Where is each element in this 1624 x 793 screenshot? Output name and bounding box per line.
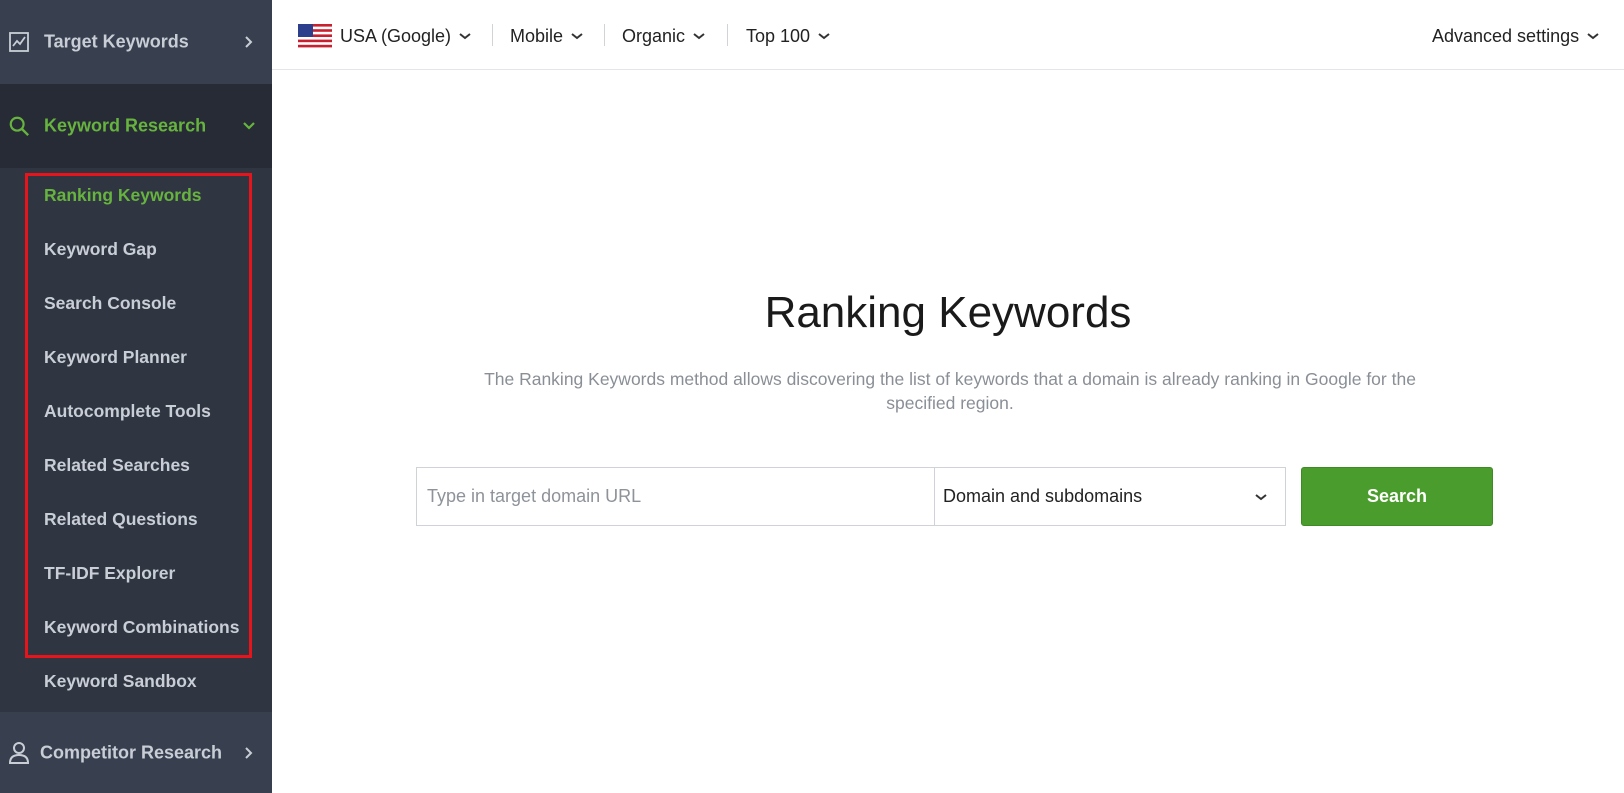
advanced-settings-dropdown[interactable]: Advanced settings [1432,22,1599,50]
chevron-right-icon [242,746,256,760]
sidebar-item-ranking-keywords[interactable]: Ranking Keywords [44,180,202,210]
search-icon [8,115,30,137]
line-chart-icon [8,31,30,53]
page-description: The Ranking Keywords method allows disco… [484,369,1416,413]
chevron-down-icon [1587,31,1599,41]
page-title: Ranking Keywords [764,288,1132,337]
sidebar-item-keyword-gap[interactable]: Keyword Gap [44,234,157,264]
nav-competitor-research[interactable]: Competitor Research [0,712,272,793]
nav-keyword-research[interactable]: Keyword Research [0,84,272,168]
user-icon [8,741,30,764]
advanced-settings-label: Advanced settings [1432,25,1580,46]
nav-target-keywords[interactable]: Target Keywords [0,0,272,84]
chevron-down-icon [459,31,471,41]
us-flag-icon [298,24,332,48]
depth-dropdown[interactable]: Top 100 [746,22,830,50]
divider [492,24,493,46]
chevron-down-icon [693,31,705,41]
nav-competitor-research-label: Competitor Research [40,742,223,762]
domain-url-input[interactable] [416,467,935,526]
nav-keyword-research-label: Keyword Research [44,115,207,136]
sidebar-item-tf-idf-explorer[interactable]: TF-IDF Explorer [44,558,175,588]
depth-label: Top 100 [746,25,811,46]
keyword-research-submenu: Ranking Keywords Keyword Gap Search Cons… [0,168,272,712]
chevron-right-icon [242,35,256,49]
sidebar-item-keyword-planner[interactable]: Keyword Planner [44,342,187,372]
device-label: Mobile [510,25,564,46]
chevron-down-icon [1255,492,1267,502]
device-dropdown[interactable]: Mobile [510,22,583,50]
chevron-down-icon [242,119,256,133]
search-button[interactable]: Search [1301,467,1493,526]
divider [604,24,605,46]
sidebar-item-autocomplete-tools[interactable]: Autocomplete Tools [44,396,211,426]
sidebar-item-keyword-combinations[interactable]: Keyword Combinations [44,612,239,642]
sidebar: Target Keywords Keyword Research Ranking… [0,0,272,793]
region-label: USA (Google) [340,25,452,46]
sidebar-item-related-searches[interactable]: Related Searches [44,450,190,480]
result-type-dropdown[interactable]: Organic [622,22,705,50]
chevron-down-icon [571,31,583,41]
sidebar-item-search-console[interactable]: Search Console [44,288,176,318]
chevron-down-icon [818,31,830,41]
region-dropdown[interactable]: USA (Google) [298,22,471,50]
divider [727,24,728,46]
scope-select-value: Domain and subdomains [943,486,1143,506]
scope-select[interactable]: Domain and subdomains [934,467,1286,526]
sidebar-item-related-questions[interactable]: Related Questions [44,504,198,534]
filter-bar: USA (Google) Mobile Organic Top 100 Adva… [272,0,1624,70]
sidebar-item-keyword-sandbox[interactable]: Keyword Sandbox [44,666,197,696]
result-type-label: Organic [622,25,686,46]
nav-target-keywords-label: Target Keywords [44,31,189,52]
